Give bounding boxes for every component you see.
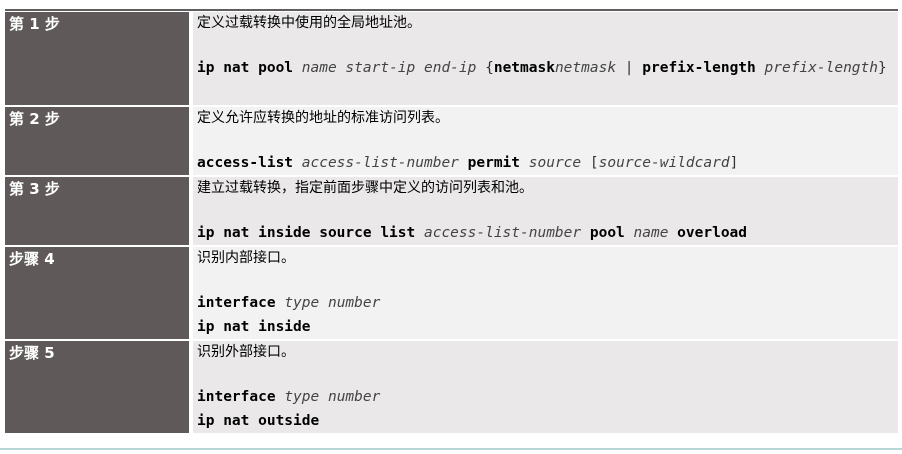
step-description: 建立过载转换，指定前面步骤中定义的访问列表和池。 bbox=[197, 180, 533, 196]
command-argument: name start-ip end-ip bbox=[301, 60, 477, 76]
step-content: 定义过载转换中使用的全局地址池。 ip nat pool name start-… bbox=[193, 12, 898, 107]
step-content: 识别外部接口。 interface type number ip nat out… bbox=[193, 341, 898, 435]
command-punctuation bbox=[756, 60, 765, 76]
command-syntax: ip nat pool name start-ip end-ip {netmas… bbox=[197, 56, 894, 80]
command-punctuation: [ bbox=[581, 155, 599, 171]
command-punctuation bbox=[415, 225, 424, 241]
command-punctuation bbox=[668, 225, 677, 241]
step-label: 第 1 步 bbox=[5, 12, 193, 107]
command-argument: access-list-number bbox=[301, 155, 459, 171]
step-label: 步骤 4 bbox=[5, 247, 193, 341]
command-keyword: ip nat outside bbox=[197, 413, 320, 429]
nat-config-steps-table: 第 1 步 定义过载转换中使用的全局地址池。 ip nat pool name … bbox=[5, 12, 898, 435]
table-top-rule bbox=[5, 9, 898, 11]
command-syntax: interface type number bbox=[197, 385, 894, 409]
command-syntax: ip nat outside bbox=[197, 409, 894, 433]
step-row-2: 第 2 步 定义允许应转换的地址的标准访问列表。 access-list acc… bbox=[5, 107, 898, 177]
command-argument: type number bbox=[284, 389, 381, 405]
command-keyword: prefix-length bbox=[642, 60, 756, 76]
step-content: 定义允许应转换的地址的标准访问列表。 access-list access-li… bbox=[193, 107, 898, 177]
step-label: 步骤 5 bbox=[5, 341, 193, 435]
step-row-4: 步骤 4 识别内部接口。 interface type number ip na… bbox=[5, 247, 898, 341]
command-punctuation: ] bbox=[729, 155, 739, 171]
command-punctuation bbox=[459, 155, 468, 171]
command-keyword: interface bbox=[197, 295, 276, 311]
step-label: 第 3 步 bbox=[5, 177, 193, 247]
command-punctuation bbox=[625, 225, 634, 241]
step-row-5: 步骤 5 识别外部接口。 interface type number ip na… bbox=[5, 341, 898, 435]
command-argument: prefix-length bbox=[764, 60, 879, 76]
command-keyword: pool bbox=[589, 225, 625, 241]
command-argument: access-list-number bbox=[423, 225, 582, 241]
command-punctuation bbox=[276, 295, 285, 311]
command-punctuation bbox=[581, 225, 590, 241]
step-description: 定义允许应转换的地址的标准访问列表。 bbox=[197, 110, 449, 126]
command-keyword: overload bbox=[677, 225, 748, 241]
bottom-rule bbox=[0, 448, 902, 450]
step-row-3: 第 3 步 建立过载转换，指定前面步骤中定义的访问列表和池。 ip nat in… bbox=[5, 177, 898, 247]
step-row-1: 第 1 步 定义过载转换中使用的全局地址池。 ip nat pool name … bbox=[5, 12, 898, 107]
command-syntax: interface type number bbox=[197, 291, 894, 315]
step-label: 第 2 步 bbox=[5, 107, 193, 177]
command-syntax: ip nat inside bbox=[197, 315, 894, 339]
command-keyword: ip nat inside source list bbox=[197, 225, 416, 241]
command-argument: source-wildcard bbox=[598, 155, 730, 171]
command-argument: source bbox=[528, 155, 582, 171]
step-description: 识别内部接口。 bbox=[197, 250, 295, 266]
step-content: 识别内部接口。 interface type number ip nat ins… bbox=[193, 247, 898, 341]
command-syntax: ip nat inside source list access-list-nu… bbox=[197, 221, 894, 245]
command-punctuation: } bbox=[878, 60, 887, 76]
command-punctuation bbox=[276, 389, 285, 405]
command-punctuation: { bbox=[476, 60, 494, 76]
step-content: 建立过载转换，指定前面步骤中定义的访问列表和池。 ip nat inside s… bbox=[193, 177, 898, 247]
command-keyword: permit bbox=[467, 155, 521, 171]
command-argument: type number bbox=[284, 295, 381, 311]
step-description: 识别外部接口。 bbox=[197, 344, 295, 360]
command-keyword: ip nat pool bbox=[197, 60, 294, 76]
command-punctuation: | bbox=[616, 60, 643, 76]
command-punctuation bbox=[293, 60, 302, 76]
command-keyword: access-list bbox=[197, 155, 294, 171]
command-argument: netmask bbox=[554, 60, 617, 76]
command-syntax: access-list access-list-number permit so… bbox=[197, 151, 894, 175]
command-keyword: netmask bbox=[493, 60, 555, 76]
command-punctuation bbox=[293, 155, 302, 171]
command-punctuation bbox=[520, 155, 529, 171]
command-keyword: ip nat inside bbox=[197, 319, 311, 335]
command-keyword: interface bbox=[197, 389, 276, 405]
step-description: 定义过载转换中使用的全局地址池。 bbox=[197, 15, 421, 31]
command-argument: name bbox=[633, 225, 669, 241]
